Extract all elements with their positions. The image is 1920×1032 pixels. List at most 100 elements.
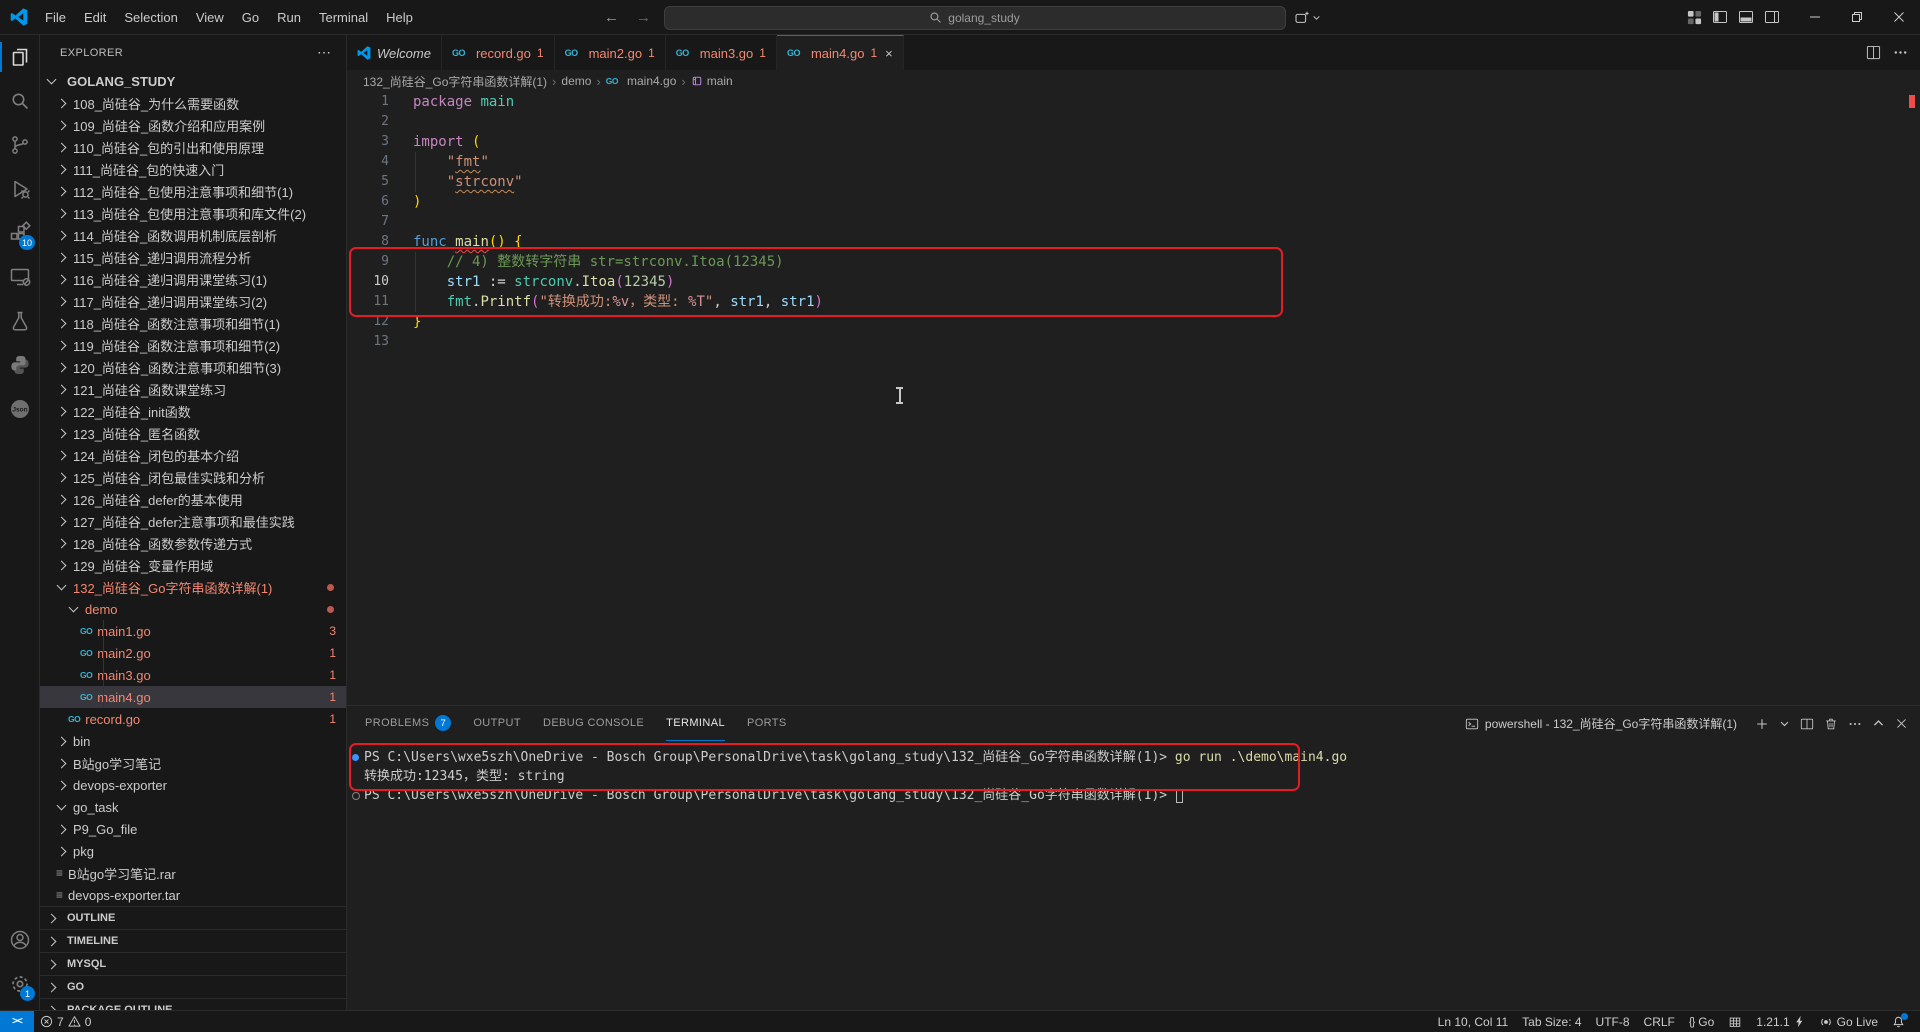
status-encoding[interactable]: UTF-8 [1589, 1011, 1637, 1032]
back-icon[interactable]: ← [600, 9, 624, 26]
forward-icon[interactable]: → [632, 9, 656, 26]
breadcrumb-item-132_尚硅谷_Go字符串函数详解(1)[interactable]: 132_尚硅谷_Go字符串函数详解(1) [363, 73, 547, 90]
restore-button[interactable] [1836, 0, 1878, 35]
section-mysql[interactable]: MYSQL [40, 952, 346, 975]
tree-item-132_尚硅谷_Go字符串函数详解(1)[interactable]: 132_尚硅谷_Go字符串函数详解(1) [40, 576, 346, 598]
tree-item-118_尚硅谷_函数注意事项和细节(1)[interactable]: 118_尚硅谷_函数注意事项和细节(1) [40, 312, 346, 334]
section-timeline[interactable]: TIMELINE [40, 929, 346, 952]
tree-item-119_尚硅谷_函数注意事项和细节(2)[interactable]: 119_尚硅谷_函数注意事项和细节(2) [40, 334, 346, 356]
panel-tab-output[interactable]: OUTPUT [473, 706, 521, 741]
tab-main4.go[interactable]: GO main4.go 1 × [776, 35, 904, 70]
menu-selection[interactable]: Selection [115, 6, 186, 29]
status-go-tools[interactable] [1721, 1011, 1749, 1032]
tree-item-devops-exporter.tar[interactable]: ≡ devops-exporter.tar [40, 884, 346, 906]
copilot-menu[interactable] [1294, 10, 1321, 26]
problems-status[interactable]: 7 0 [34, 1011, 97, 1032]
toggle-primary-sidebar-icon[interactable] [1712, 9, 1728, 25]
activity-item-python[interactable] [0, 343, 39, 387]
activity-item-explorer[interactable] [0, 35, 39, 79]
tree-item-devops-exporter[interactable]: devops-exporter [40, 774, 346, 796]
tree-item-122_尚硅谷_init函数[interactable]: 122_尚硅谷_init函数 [40, 400, 346, 422]
kill-terminal-trash-icon[interactable] [1824, 717, 1838, 731]
tree-item-109_尚硅谷_函数介绍和应用案例[interactable]: 109_尚硅谷_函数介绍和应用案例 [40, 114, 346, 136]
tree-item-main2.go[interactable]: GO main2.go 1 [40, 642, 346, 664]
status-cursor-position[interactable]: Ln 10, Col 11 [1431, 1011, 1516, 1032]
tab-main2.go[interactable]: GO main2.go 1 [554, 35, 666, 70]
tree-item-124_尚硅谷_闭包的基本介绍[interactable]: 124_尚硅谷_闭包的基本介绍 [40, 444, 346, 466]
terminal-output[interactable]: PS C:\Users\wxe5szh\OneDrive - Bosch Gro… [347, 741, 1920, 1010]
tree-item-126_尚硅谷_defer的基本使用[interactable]: 126_尚硅谷_defer的基本使用 [40, 488, 346, 510]
breadcrumb-item-demo[interactable]: demo [561, 74, 591, 88]
tree-item-main1.go[interactable]: GO main1.go 3 [40, 620, 346, 642]
tree-item-main4.go[interactable]: GO main4.go 1 [40, 686, 346, 708]
tree-item-pkg[interactable]: pkg [40, 840, 346, 862]
status-go-version[interactable]: 1.21.1 [1749, 1011, 1811, 1032]
close-window-button[interactable] [1878, 0, 1920, 35]
tree-item-121_尚硅谷_函数课堂练习[interactable]: 121_尚硅谷_函数课堂练习 [40, 378, 346, 400]
activity-item-run-debug[interactable] [0, 167, 39, 211]
tree-item-116_尚硅谷_递归调用课堂练习(1)[interactable]: 116_尚硅谷_递归调用课堂练习(1) [40, 268, 346, 290]
explorer-more-actions-icon[interactable]: ⋯ [317, 44, 332, 61]
split-editor-icon[interactable] [1866, 45, 1881, 60]
section-outline[interactable]: OUTLINE [40, 906, 346, 929]
activity-item-json[interactable]: Json [0, 387, 39, 431]
menu-view[interactable]: View [187, 6, 233, 29]
status-notifications[interactable] [1885, 1011, 1912, 1032]
toggle-panel-icon[interactable] [1738, 9, 1754, 25]
activity-item-source-control[interactable] [0, 123, 39, 167]
command-center-search[interactable]: golang_study [663, 5, 1286, 30]
tree-item-110_尚硅谷_包的引出和使用原理[interactable]: 110_尚硅谷_包的引出和使用原理 [40, 136, 346, 158]
tree-item-120_尚硅谷_函数注意事项和细节(3)[interactable]: 120_尚硅谷_函数注意事项和细节(3) [40, 356, 346, 378]
status-indentation[interactable]: Tab Size: 4 [1515, 1011, 1588, 1032]
maximize-panel-icon[interactable] [1872, 717, 1885, 730]
tree-item-123_尚硅谷_匿名函数[interactable]: 123_尚硅谷_匿名函数 [40, 422, 346, 444]
status-go-live[interactable]: Go Live [1812, 1011, 1885, 1032]
tree-item-112_尚硅谷_包使用注意事项和细节(1)[interactable]: 112_尚硅谷_包使用注意事项和细节(1) [40, 180, 346, 202]
tree-item-record.go[interactable]: GO record.go 1 [40, 708, 346, 730]
status-eol[interactable]: CRLF [1637, 1011, 1682, 1032]
breadcrumb-item-main[interactable]: main [691, 74, 733, 88]
close-tab-icon[interactable]: × [885, 46, 893, 61]
tree-item-demo[interactable]: demo [40, 598, 346, 620]
tab-welcome[interactable]: Welcome [347, 35, 442, 70]
remote-indicator[interactable]: >< [0, 1011, 34, 1032]
workspace-root-folder[interactable]: GOLANG_STUDY [40, 70, 346, 92]
tree-item-113_尚硅谷_包使用注意事项和库文件(2)[interactable]: 113_尚硅谷_包使用注意事项和库文件(2) [40, 202, 346, 224]
menu-go[interactable]: Go [233, 6, 268, 29]
activity-item-extensions[interactable]: 10 [0, 211, 39, 255]
tree-item-main3.go[interactable]: GO main3.go 1 [40, 664, 346, 686]
menu-help[interactable]: Help [377, 6, 422, 29]
status-language-mode[interactable]: {} Go [1682, 1011, 1721, 1032]
section-package-outline[interactable]: PACKAGE OUTLINE [40, 998, 346, 1010]
panel-tab-terminal[interactable]: TERMINAL [666, 706, 725, 741]
terminal-dropdown-icon[interactable] [1779, 718, 1790, 729]
panel-tab-ports[interactable]: PORTS [747, 706, 787, 741]
breadcrumb-item-main4.go[interactable]: GO main4.go [606, 74, 677, 88]
tree-item-127_尚硅谷_defer注意事项和最佳实践[interactable]: 127_尚硅谷_defer注意事项和最佳实践 [40, 510, 346, 532]
activity-item-testing[interactable] [0, 299, 39, 343]
panel-tab-problems[interactable]: PROBLEMS 7 [365, 706, 452, 741]
code-editor[interactable]: 1 package main 2 3 import (4 "fmt" 5 "strconv… [347, 92, 1920, 705]
tab-record.go[interactable]: GO record.go 1 [441, 35, 555, 70]
customize-layout-icon[interactable] [1687, 10, 1702, 25]
tree-item-115_尚硅谷_递归调用流程分析[interactable]: 115_尚硅谷_递归调用流程分析 [40, 246, 346, 268]
menu-edit[interactable]: Edit [75, 6, 115, 29]
activity-item-account[interactable] [0, 918, 39, 962]
split-terminal-icon[interactable] [1800, 717, 1814, 731]
menu-file[interactable]: File [36, 6, 75, 29]
tree-item-114_尚硅谷_函数调用机制底层剖析[interactable]: 114_尚硅谷_函数调用机制底层剖析 [40, 224, 346, 246]
close-panel-icon[interactable] [1895, 717, 1908, 730]
activity-item-remote-explorer[interactable] [0, 255, 39, 299]
activity-item-settings[interactable]: 1 [0, 962, 39, 1006]
tree-item-129_尚硅谷_变量作用域[interactable]: 129_尚硅谷_变量作用域 [40, 554, 346, 576]
panel-tab-debug-console[interactable]: DEBUG CONSOLE [543, 706, 644, 741]
tab-main3.go[interactable]: GO main3.go 1 [665, 35, 777, 70]
tree-item-B站go学习笔记.rar[interactable]: ≡ B站go学习笔记.rar [40, 862, 346, 884]
editor-more-actions-icon[interactable] [1893, 45, 1908, 60]
tree-item-128_尚硅谷_函数参数传递方式[interactable]: 128_尚硅谷_函数参数传递方式 [40, 532, 346, 554]
new-terminal-icon[interactable] [1755, 717, 1769, 731]
tree-item-117_尚硅谷_递归调用课堂练习(2)[interactable]: 117_尚硅谷_递归调用课堂练习(2) [40, 290, 346, 312]
panel-more-actions-icon[interactable] [1848, 717, 1862, 731]
tree-item-bin[interactable]: bin [40, 730, 346, 752]
toggle-secondary-sidebar-icon[interactable] [1764, 9, 1780, 25]
